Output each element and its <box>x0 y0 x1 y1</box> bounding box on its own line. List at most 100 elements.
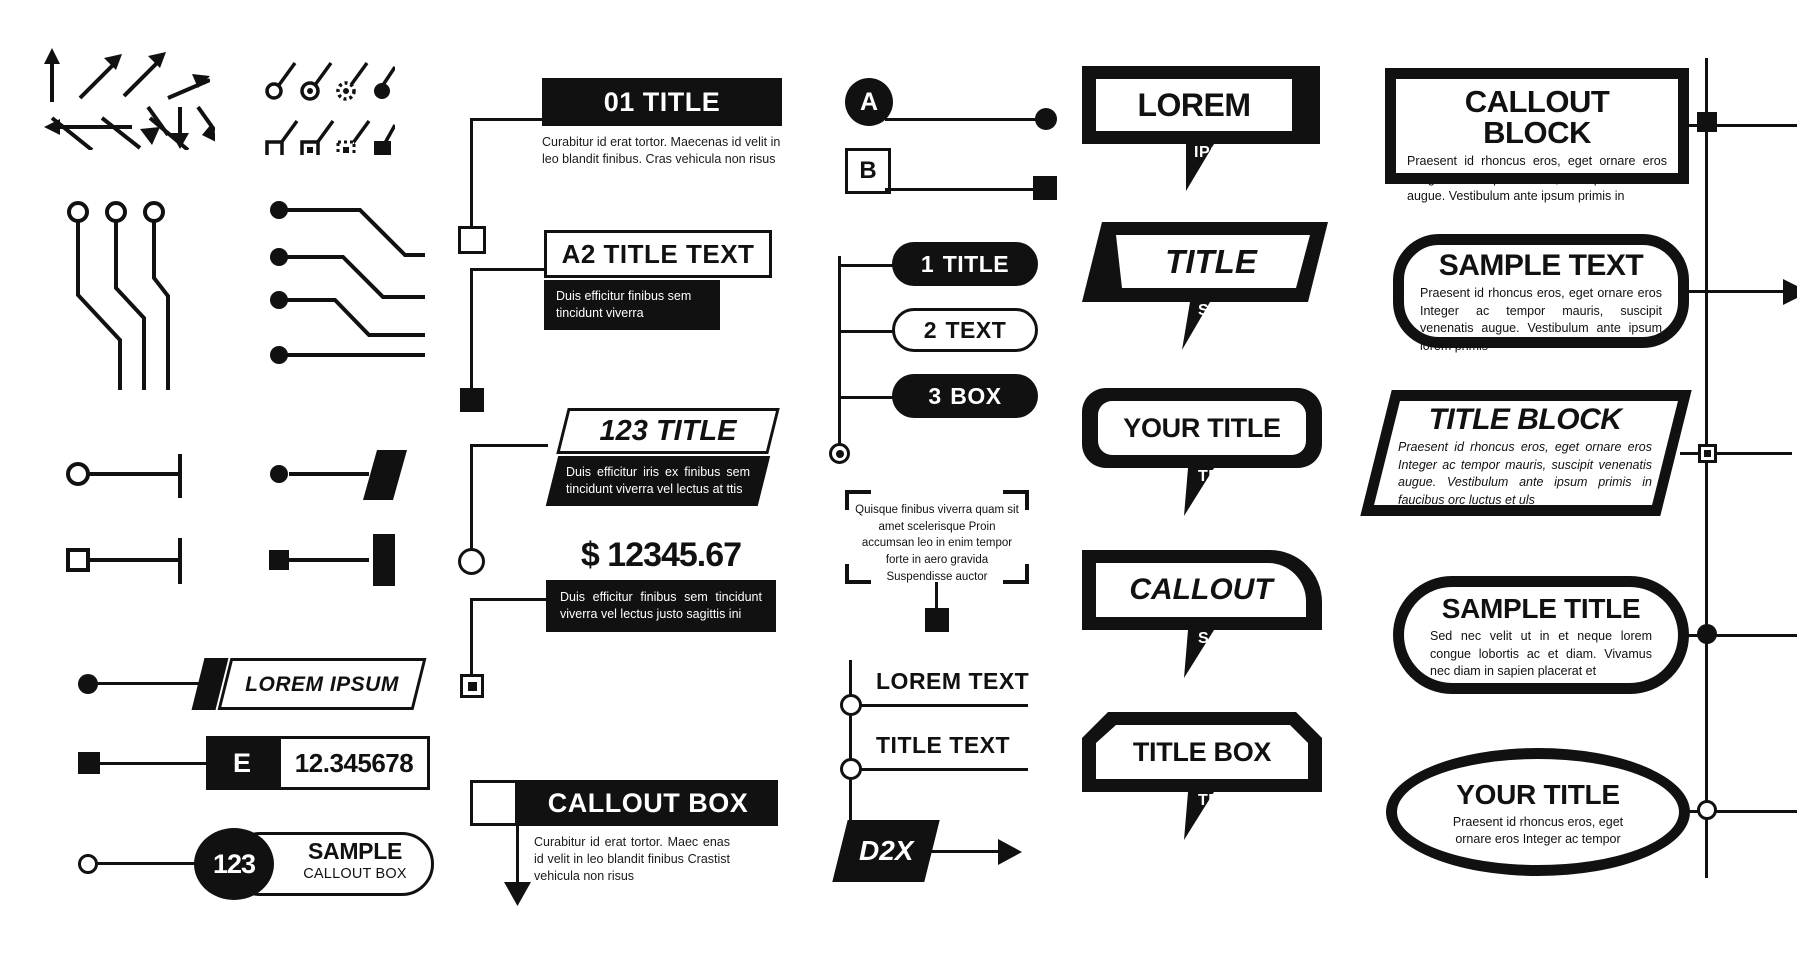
bubble-title-box: TITLE BOX TEXT <box>1082 712 1322 840</box>
leader-vertical <box>516 826 519 888</box>
your-title-title: YOUR TITLE <box>1456 779 1620 810</box>
underline-marker-1 <box>840 694 862 716</box>
illustration-canvas: LOREM IPSUM E 12.345678 123 SAMPLE CALLO… <box>0 0 1797 980</box>
your-title-block: YOUR TITLE Praesent id rhoncus eros, ege… <box>1386 748 1797 876</box>
pill-number: 3 <box>928 382 942 409</box>
callout-title-frame: 123 TITLE <box>556 408 780 454</box>
leader-line <box>885 118 1047 121</box>
d2x-label: D2X <box>858 835 914 866</box>
leader-horizontal <box>470 268 546 271</box>
sample-text-connector <box>1685 290 1787 293</box>
callout-block-body: Praesent id rhoncus eros, eget ornare er… <box>1407 154 1667 203</box>
node-connector-cluster <box>265 55 397 160</box>
bubble-subtitle: IPSUM <box>1194 144 1248 161</box>
callout-title-bar: A2 TITLE TEXT <box>544 230 772 278</box>
leader-vertical <box>470 444 473 556</box>
tab-connectors-filled <box>265 450 425 595</box>
circuit-traces-outline <box>58 200 203 390</box>
callout-block: CALLOUT BLOCK Praesent id rhoncus eros, … <box>1385 68 1797 203</box>
pill-number: 1 <box>920 250 934 277</box>
underline-rule-1 <box>858 704 1028 707</box>
d2x-endpoint-arrowhead <box>998 839 1022 865</box>
leader-line <box>98 762 208 765</box>
callout-title: 123 TITLE <box>599 414 737 447</box>
bubble-subtitle: TEXT <box>1198 792 1241 809</box>
sample-text-frame: SAMPLE TEXT Praesent id rhoncus eros, eg… <box>1393 234 1689 353</box>
callout-body: Duis efficitur finibus sem tincidunt viv… <box>556 289 692 320</box>
bubble-title: LOREM <box>1137 86 1251 123</box>
spine-node-square-2 <box>1698 444 1717 463</box>
sample-title-title: SAMPLE TITLE <box>1441 593 1641 624</box>
your-title-body: Praesent id rhoncus eros, eget ornare er… <box>1452 815 1624 846</box>
underline-marker-2 <box>840 758 862 780</box>
title-block-connector <box>1680 452 1792 455</box>
bubble-title: TITLE <box>1165 242 1257 280</box>
leader-vertical <box>470 598 473 682</box>
capsule-text-group: SAMPLE CALLOUT BOX <box>282 840 428 883</box>
pill-2[interactable]: 2 TEXT <box>892 308 1038 352</box>
pill-3[interactable]: 3 BOX <box>892 374 1038 418</box>
callout-badge: 11 <box>470 780 518 826</box>
capsule-title: SAMPLE <box>307 838 403 864</box>
callout-body-bar: Duis efficitur finibus sem tincidunt viv… <box>544 280 720 330</box>
underline-spine <box>849 660 852 820</box>
leader-horizontal <box>470 118 544 121</box>
badge-e: E <box>206 736 278 790</box>
callout-block-title: CALLOUT BLOCK <box>1464 84 1610 150</box>
bubble-subtitle: SAMPLE <box>1198 302 1268 319</box>
pill-leader-2 <box>838 330 894 333</box>
bracket-endpoint-square <box>925 608 949 632</box>
pill-label: BOX <box>950 382 1002 409</box>
bubble-title-sample: TITLE SAMPLE <box>1082 222 1328 350</box>
spine-node-square-1 <box>1697 112 1717 132</box>
tab-connectors-outline <box>62 452 212 597</box>
leader-endpoint-circle-outline <box>458 548 485 575</box>
badge-123: 123 <box>194 828 274 900</box>
leader-horizontal <box>470 444 548 447</box>
title-block-frame: TITLE BLOCK Praesent id rhoncus eros, eg… <box>1360 390 1692 516</box>
callout-body: Duis efficitur finibus sem tincidunt viv… <box>560 590 762 621</box>
bracket-body: Quisque finibus viverra quam sit amet sc… <box>855 504 1019 583</box>
pill-number: 2 <box>923 316 937 343</box>
pill-spine-endpoint <box>829 443 850 464</box>
callout-body-frame: Duis efficitur iris ex finibus sem tinci… <box>545 456 771 506</box>
underline-rule-2 <box>858 768 1028 771</box>
d2x-tag-shape: D2X <box>832 820 940 882</box>
underline-title-text-label: TITLE TEXT <box>876 732 1011 758</box>
pill-leader-1 <box>838 264 894 267</box>
slant-title-frame: LOREM IPSUM <box>217 658 427 710</box>
sample-text-body: Praesent id rhoncus eros, eget ornare er… <box>1420 286 1662 353</box>
pill-label: TITLE <box>942 250 1010 277</box>
callout-title: 01 TITLE <box>603 86 721 117</box>
leader-vertical <box>470 118 473 236</box>
bubble-title: TITLE BOX <box>1132 736 1272 767</box>
leader-vertical <box>470 268 473 396</box>
title-block-body: Praesent id rhoncus eros, eget ornare er… <box>1398 440 1653 507</box>
sample-text-title: SAMPLE TEXT <box>1438 249 1644 282</box>
sample-title-block: SAMPLE TITLE Sed nec velit ut in et nequ… <box>1393 576 1797 694</box>
leader-endpoint-dot <box>1035 108 1057 130</box>
bubble-callout: CALLOUT SAMPLE <box>1082 550 1322 678</box>
callout-title: CALLOUT BOX <box>547 787 749 818</box>
dot-filled-marker <box>78 674 98 694</box>
callout-body: Curabitur id erat tortor. Maec enas id v… <box>534 835 730 883</box>
sample-title-body: Sed nec velit ut in et neque lorem congu… <box>1430 629 1652 678</box>
sample-text-block: SAMPLE TEXT Praesent id rhoncus eros, eg… <box>1393 234 1797 353</box>
arrow-cluster-lower <box>40 105 218 155</box>
right-vertical-spine <box>1705 58 1708 878</box>
leader-line <box>96 862 198 865</box>
leader-endpoint-square-outline <box>458 226 486 254</box>
callout-body: Curabitur id erat tortor. Maecenas id ve… <box>542 135 781 166</box>
callout-body-bar: Duis efficitur finibus sem tincidunt viv… <box>546 580 776 632</box>
pill-1[interactable]: 1 TITLE <box>892 242 1038 286</box>
bubble-subtitle: TEXT BOX <box>1198 468 1283 485</box>
bubble-title: CALLOUT <box>1129 573 1273 606</box>
callout-title-bar: 01 TITLE <box>542 78 782 126</box>
bubble-title: YOUR TITLE <box>1123 412 1281 443</box>
leader-horizontal <box>470 598 548 601</box>
value-field: 12.345678 <box>278 736 430 790</box>
square-filled-marker <box>78 752 100 774</box>
bubble-lorem: LOREM IPSUM <box>1082 66 1320 191</box>
capsule-subtitle: CALLOUT BOX <box>303 866 407 882</box>
leader-endpoint-arrowhead-down <box>504 882 531 906</box>
